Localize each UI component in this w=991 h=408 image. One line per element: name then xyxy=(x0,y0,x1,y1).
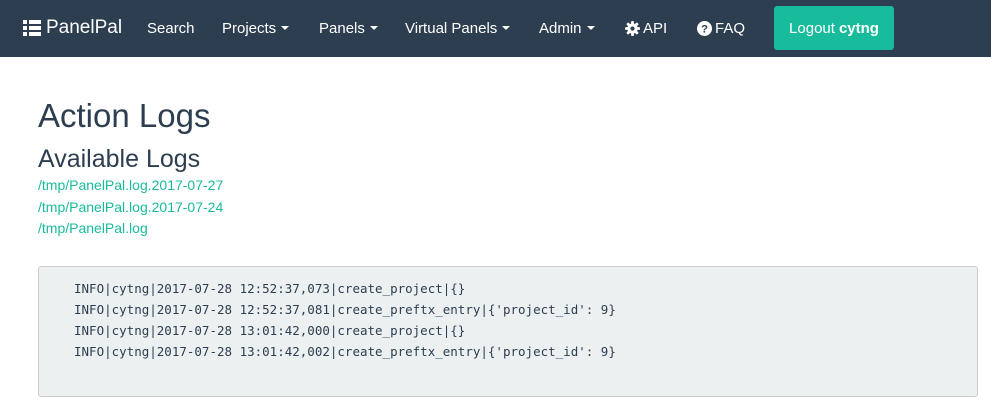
log-entry: INFO|cytng|2017-07-28 12:52:37,081|creat… xyxy=(74,302,616,317)
log-file-list: /tmp/PanelPal.log.2017-07-27 /tmp/PanelP… xyxy=(38,175,223,240)
nav-api-label: API xyxy=(643,19,668,37)
list-item: /tmp/PanelPal.log.2017-07-27 xyxy=(38,175,223,197)
logout-button[interactable]: Logout cytng xyxy=(774,6,894,50)
caret-down-icon xyxy=(281,26,290,30)
nav-virtual-panels-dropdown[interactable]: Virtual Panels xyxy=(405,18,511,38)
top-navbar: PanelPal Search Projects Panels Virtual … xyxy=(0,0,991,57)
list-icon xyxy=(23,20,41,36)
nav-search[interactable]: Search xyxy=(147,18,195,38)
log-output: INFO|cytng|2017-07-28 12:52:37,073|creat… xyxy=(38,266,978,397)
brand-link[interactable]: PanelPal xyxy=(23,16,122,40)
list-item: /tmp/PanelPal.log xyxy=(38,218,223,240)
svg-text:?: ? xyxy=(701,23,708,35)
log-file-link[interactable]: /tmp/PanelPal.log.2017-07-27 xyxy=(38,177,223,193)
nav-admin-dropdown[interactable]: Admin xyxy=(539,18,595,38)
nav-projects-dropdown[interactable]: Projects xyxy=(222,18,290,38)
nav-admin-label: Admin xyxy=(539,19,582,37)
nav-faq-label: FAQ xyxy=(715,19,746,37)
caret-down-icon xyxy=(369,26,378,30)
page-title: Action Logs xyxy=(38,97,211,134)
caret-down-icon xyxy=(586,26,595,30)
log-entry: INFO|cytng|2017-07-28 13:01:42,000|creat… xyxy=(74,323,466,338)
gear-icon xyxy=(625,20,640,36)
caret-down-icon xyxy=(502,26,511,30)
logout-label: Logout xyxy=(789,19,835,37)
list-item: /tmp/PanelPal.log.2017-07-24 xyxy=(38,197,223,219)
nav-api[interactable]: API xyxy=(625,18,667,38)
nav-projects-label: Projects xyxy=(222,19,277,37)
nav-virtual-panels-label: Virtual Panels xyxy=(405,19,498,37)
log-entry: INFO|cytng|2017-07-28 12:52:37,073|creat… xyxy=(74,281,466,296)
nav-panels-label: Panels xyxy=(319,19,365,37)
logout-username: cytng xyxy=(838,19,879,37)
log-file-link[interactable]: /tmp/PanelPal.log.2017-07-24 xyxy=(38,199,223,215)
nav-search-label: Search xyxy=(147,19,195,37)
brand-label: PanelPal xyxy=(46,17,123,38)
question-circle-icon: ? xyxy=(697,20,712,36)
log-entry: INFO|cytng|2017-07-28 13:01:42,002|creat… xyxy=(74,344,616,359)
nav-faq[interactable]: ? FAQ xyxy=(697,18,745,38)
log-file-link[interactable]: /tmp/PanelPal.log xyxy=(38,220,148,236)
section-title: Available Logs xyxy=(38,145,201,173)
nav-panels-dropdown[interactable]: Panels xyxy=(319,18,378,38)
